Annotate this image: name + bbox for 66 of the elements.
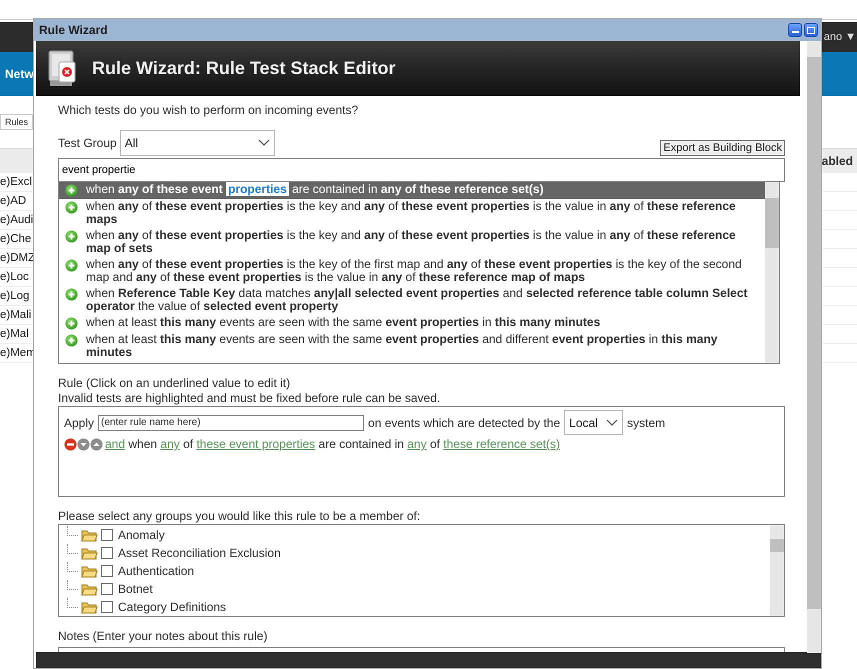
folder-icon — [81, 600, 98, 614]
field-label: system — [627, 416, 666, 430]
add-icon — [65, 230, 78, 243]
prompt-text: Which tests do you wish to perform on incoming events? — [58, 103, 360, 119]
group-label: Authentication — [118, 564, 194, 578]
table-cell: e)Excl — [0, 176, 32, 188]
test-option[interactable]: when at least this many events are seen with the same event properties and different event properties in this many minutes — [59, 332, 765, 361]
test-group-dropdown[interactable]: All — [120, 130, 275, 156]
checkbox[interactable] — [101, 601, 113, 613]
group-label: Asset Reconciliation Exclusion — [118, 546, 281, 560]
checkbox[interactable] — [101, 547, 113, 559]
system-dropdown[interactable]: Local — [564, 410, 624, 435]
checkbox[interactable] — [101, 565, 113, 577]
column-header: abled — [822, 154, 854, 168]
move-up-button[interactable] — [90, 438, 103, 450]
rule-name-field[interactable]: (enter rule name here) — [98, 414, 364, 430]
section-label: Please select any groups you would like this rule to be a member of: — [58, 509, 422, 524]
window-title: Rule Wizard — [39, 23, 108, 37]
add-icon — [65, 259, 78, 272]
table-cell: e)Log — [0, 290, 30, 302]
minimize-button[interactable] — [788, 23, 802, 37]
nav-tab[interactable]: Netw — [0, 67, 34, 81]
field-label: Apply — [64, 416, 94, 430]
table-cell: e)AD — [0, 195, 26, 207]
add-icon — [65, 317, 78, 330]
section-label: Rule (Click on an underlined value to edit it) — [58, 376, 292, 391]
checkbox[interactable] — [101, 529, 113, 541]
add-icon — [65, 184, 78, 197]
hint-text: Invalid tests are highlighted and must be fixed before rule can be saved. — [58, 391, 442, 406]
section-label: Notes (Enter your notes about this rule) — [58, 629, 268, 644]
user-menu[interactable]: ano ▼ — [824, 31, 856, 43]
folder-icon — [81, 528, 98, 542]
move-down-button[interactable] — [77, 438, 90, 450]
search-field[interactable]: event propertie — [58, 158, 785, 182]
wizard-heading: Rule Wizard: Rule Test Stack Editor — [92, 58, 396, 79]
minus-icon — [64, 438, 77, 450]
group-label: Category Definitions — [118, 600, 226, 614]
checkbox[interactable] — [101, 583, 113, 595]
table-cell: e)DMZ — [0, 252, 36, 264]
table-cell: e)Loc — [0, 271, 29, 283]
field-label: Test Group — [58, 136, 117, 150]
add-icon — [65, 334, 78, 347]
maximize-button[interactable] — [804, 23, 818, 37]
add-icon — [65, 288, 78, 301]
add-icon — [65, 201, 78, 214]
table-cell: e)Mali — [0, 309, 32, 321]
table-cell: e)Audi — [0, 214, 34, 226]
remove-button[interactable] — [64, 438, 77, 450]
field-label: on events which are detected by the — [368, 416, 560, 430]
scrollbar[interactable] — [765, 182, 779, 363]
scrollbar[interactable] — [770, 525, 784, 616]
rule-test-text: and when any of these event properties are contained in any of these reference set(s) — [105, 437, 560, 451]
folder-icon — [81, 564, 98, 578]
folder-icon — [81, 582, 98, 596]
group-label: Botnet — [118, 582, 153, 596]
folder-icon — [81, 546, 98, 560]
group-label: Anomaly — [118, 528, 165, 542]
table-cell: e)Che — [0, 233, 32, 245]
scrollbar[interactable] — [807, 41, 821, 653]
export-button[interactable]: Export as Building Block — [660, 140, 785, 156]
chevron-icon — [606, 418, 618, 426]
sub-tab[interactable]: Rules — [0, 114, 34, 130]
test-option[interactable]: when any of these event properties are contained in any of these reference set(s) — [59, 182, 765, 199]
table-cell: e)Mal — [0, 328, 29, 340]
chevron-icon — [258, 139, 270, 147]
test-option[interactable]: when at least this many events are seen with the same event properties in this many minutes — [59, 315, 765, 332]
